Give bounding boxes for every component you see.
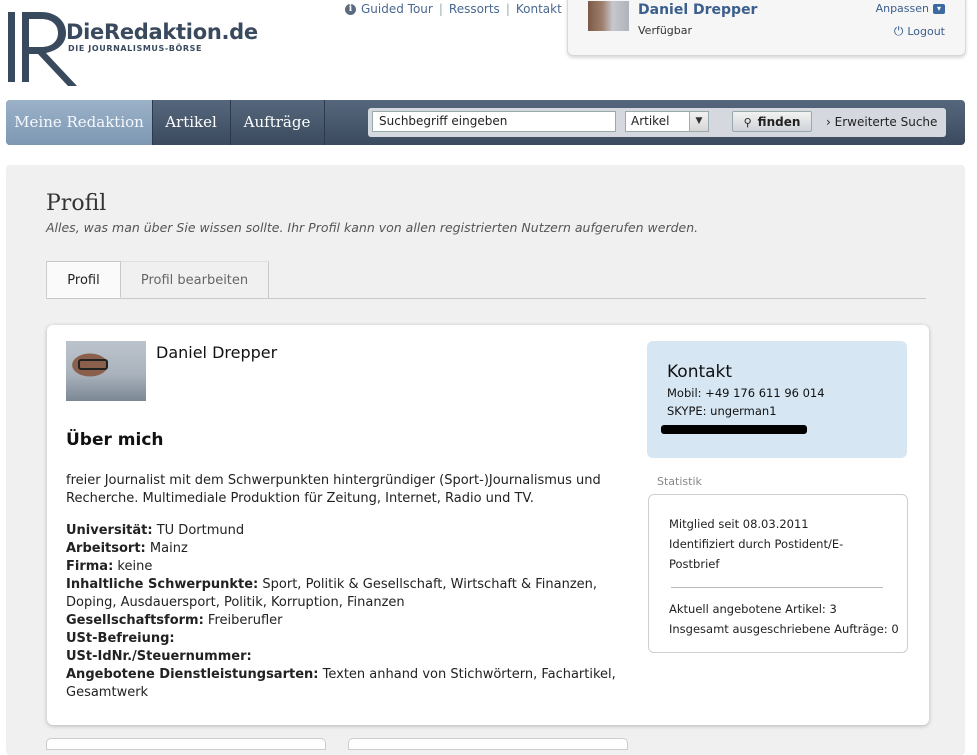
search-button[interactable]: ⚲ finden [732,111,812,132]
detail-value: Mainz [149,541,188,556]
about-heading: Über mich [66,430,164,450]
detail-row: USt-Befreiung: [66,630,636,648]
detail-row: Universität: TU Dortmund [66,522,636,540]
glasses [78,359,108,370]
chevron-down-icon: ▼ [689,112,708,131]
detail-label: Gesellschaftsform: [66,613,204,628]
site-logo[interactable]: DieRedaktion.de DIE JOURNALISMUS-BÖRSE [8,12,258,88]
page-title: Profil [46,191,107,216]
detail-label: Arbeitsort: [66,541,146,556]
chevron-right-icon: › [826,115,831,129]
nav-tab-auftraege[interactable]: Aufträge [230,100,325,145]
logo-subtitle: DIE JOURNALISMUS-BÖRSE [68,44,203,53]
search-category-select[interactable]: Artikel ▼ [625,111,709,132]
logo-title: DieRedaktion.de [66,20,258,44]
detail-label: USt-Befreiung: [66,631,175,646]
user-panel: Daniel Drepper Verfügbar Anpassen ▾ ⏻ Lo… [567,0,966,56]
ressorts-link[interactable]: Ressorts [449,2,500,16]
stats-identified-line1: Identifiziert durch Postident/E- [669,537,844,551]
contact-box: Kontakt Mobil: +49 176 611 96 014 SKYPE:… [647,341,907,458]
redaction-bar [661,425,807,434]
contact-heading: Kontakt [667,362,733,382]
detail-label: Angebotene Dienstleistungsarten: [66,667,319,682]
advanced-search-link[interactable]: › Erweiterte Suche [826,115,937,129]
page-subtitle: Alles, was man über Sie wissen sollte. I… [46,220,699,235]
detail-label: Inhaltliche Schwerpunkte: [66,577,259,592]
profile-card: Daniel Drepper Über mich freier Journali… [47,325,929,725]
user-status: Verfügbar [638,24,693,37]
detail-row: Firma: keine [66,558,636,576]
detail-row: Arbeitsort: Mainz [66,540,636,558]
customize-link[interactable]: Anpassen ▾ [876,2,945,15]
top-links: i Guided Tour | Ressorts | Kontakt [345,2,562,16]
search-button-label: finden [757,115,801,129]
detail-row: Angebotene Dienstleistungsarten: Texten … [66,666,636,702]
profile-photo [66,341,146,401]
detail-value: keine [117,559,153,574]
search-input[interactable]: Suchbegriff eingeben [372,111,616,132]
tab-profil[interactable]: Profil [46,261,121,298]
main-navigation: Meine Redaktion Artikel Aufträge Suchbeg… [6,100,965,145]
nav-tab-artikel[interactable]: Artikel [152,100,231,145]
guided-tour-link[interactable]: Guided Tour [361,2,433,16]
next-card-stub [348,738,628,750]
contact-mobile: Mobil: +49 176 611 96 014 [667,386,825,400]
detail-label: Universität: [66,523,153,538]
search-category-value: Artikel [631,114,670,128]
contact-skype: SKYPE: ungerman1 [667,404,777,418]
logout-label: Logout [907,25,945,38]
kontakt-link[interactable]: Kontakt [516,2,562,16]
stats-label: Statistik [657,475,702,488]
stats-articles: Aktuell angebotene Artikel: 3 [669,602,837,616]
stats-orders: Insgesamt ausgeschriebene Aufträge: 0 [669,622,899,636]
about-text: freier Journalist mit dem Schwerpunkten … [66,473,601,506]
profile-details: Universität: TU Dortmund Arbeitsort: Mai… [66,522,636,702]
logout-link[interactable]: ⏻ Logout [894,24,945,39]
stats-member-since: Mitglied seit 08.03.2011 [669,517,809,531]
search-bar: Suchbegriff eingeben Artikel ▼ ⚲ finden ›… [368,108,946,137]
detail-label: Firma: [66,559,114,574]
detail-row: Gesellschaftsform: Freiberufler [66,612,636,630]
user-name-link[interactable]: Daniel Drepper [638,2,757,18]
power-icon: ⏻ [893,24,904,38]
nav-tab-meine-redaktion[interactable]: Meine Redaktion [6,100,153,145]
divider [671,587,883,588]
detail-row: USt-IdNr./Steuernummer: [66,648,636,666]
advanced-search-label: Erweiterte Suche [834,115,938,129]
tab-profil-bearbeiten[interactable]: Profil bearbeiten [121,261,269,298]
profile-name: Daniel Drepper [156,343,278,362]
info-icon: i [345,3,356,15]
detail-value: TU Dortmund [156,523,245,538]
link-separator: | [505,2,510,16]
detail-value: Freiberufler [207,613,283,628]
search-icon: ⚲ [743,116,752,129]
avatar[interactable] [588,1,629,31]
detail-label: USt-IdNr./Steuernummer: [66,649,252,664]
next-card-stub [46,738,326,750]
chevron-down-icon: ▾ [933,3,945,14]
stats-identified-line2: Postbrief [669,557,720,571]
stats-box: Mitglied seit 08.03.2011 Identifiziert d… [648,494,908,653]
main-content: Profil Alles, was man über Sie wissen so… [6,165,965,755]
link-separator: | [438,2,443,16]
detail-row: Inhaltliche Schwerpunkte: Sport, Politik… [66,576,636,612]
customize-label: Anpassen [875,2,929,15]
profile-tabs: Profil Profil bearbeiten [46,261,926,299]
